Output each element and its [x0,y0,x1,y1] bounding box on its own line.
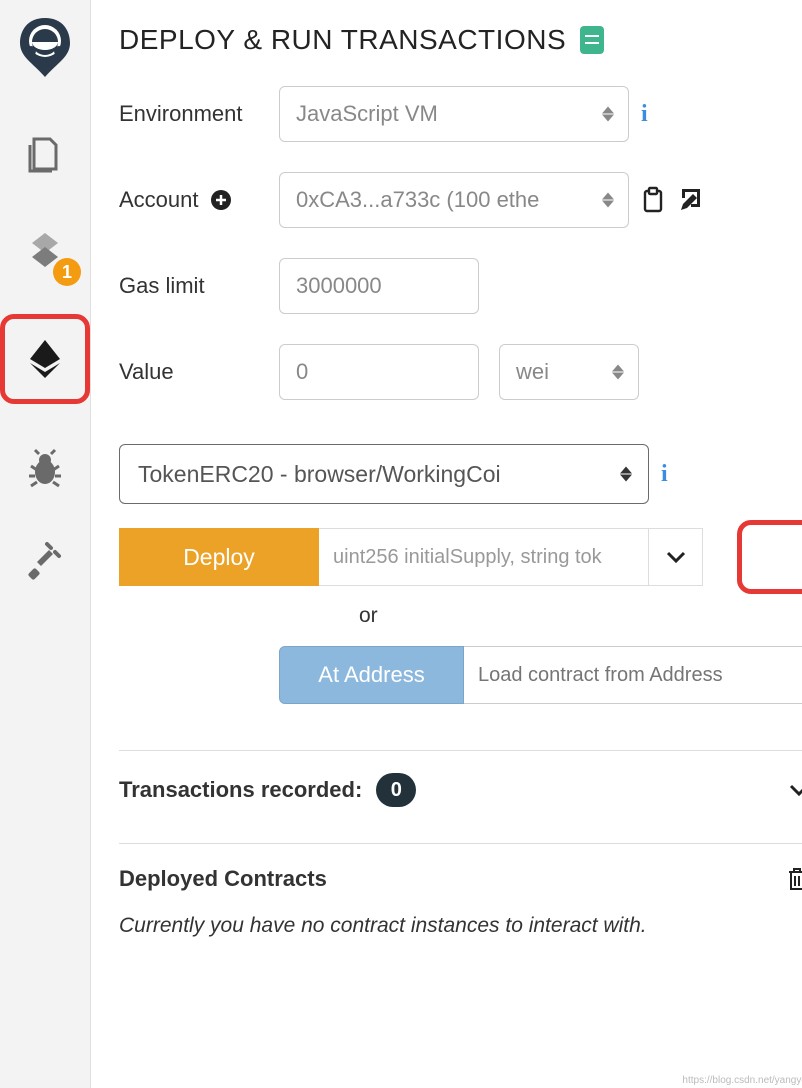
panel-title: DEPLOY & RUN TRANSACTIONS [119,24,566,56]
docs-icon[interactable] [580,26,604,54]
tx-recorded-count: 0 [376,773,416,807]
deployed-empty-message: Currently you have no contract instances… [119,910,802,942]
account-label: Account [119,187,279,213]
info-icon[interactable]: i [641,101,648,128]
gas-limit-input[interactable] [279,258,479,314]
deployed-contracts-title: Deployed Contracts [119,866,327,892]
value-label: Value [119,359,279,385]
plugin-manager-icon[interactable] [15,532,75,592]
trash-icon[interactable] [785,866,802,892]
debugger-icon[interactable] [15,438,75,498]
edit-icon[interactable] [679,186,705,212]
deploy-params-input[interactable]: uint256 initialSupply, string tok [319,528,649,586]
compiler-icon[interactable]: 1 [15,220,75,280]
gas-limit-label: Gas limit [119,273,279,299]
at-address-button[interactable]: At Address [279,646,464,704]
compiler-badge: 1 [53,258,81,286]
icon-sidebar: 1 [0,0,91,1088]
remix-logo-icon[interactable] [15,18,75,78]
deploy-button[interactable]: Deploy [119,528,319,586]
chevron-down-icon[interactable] [789,784,802,796]
value-unit-select[interactable]: wei [499,344,639,400]
or-label: or [359,604,802,628]
environment-label: Environment [119,101,279,127]
deploy-run-icon[interactable] [0,314,90,404]
file-explorer-icon[interactable] [15,126,75,186]
info-icon[interactable]: i [661,461,668,488]
deploy-expand-button[interactable] [649,528,703,586]
contract-select[interactable]: TokenERC20 - browser/WorkingCoi [119,444,649,504]
at-address-input[interactable] [464,646,802,704]
watermark: https://blog.csdn.net/yangyongdehao30 [682,1075,802,1086]
account-select[interactable]: 0xCA3...a733c (100 ethe [279,172,629,228]
deploy-run-panel: DEPLOY & RUN TRANSACTIONS Environment Ja… [91,0,802,1088]
tx-recorded-label: Transactions recorded: [119,777,362,803]
value-input[interactable] [279,344,479,400]
environment-select[interactable]: JavaScript VM [279,86,629,142]
add-account-icon[interactable] [209,188,233,212]
clipboard-icon[interactable] [641,186,665,214]
chevron-down-icon [666,551,686,563]
